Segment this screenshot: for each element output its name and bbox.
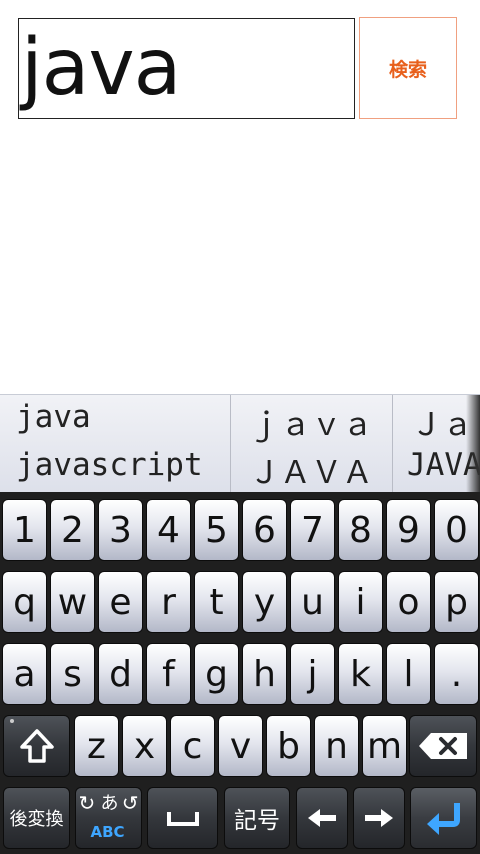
key-t[interactable]: t (194, 571, 239, 633)
symbol-key[interactable]: 記号 (224, 787, 290, 849)
candidate-column: java javascript (0, 395, 231, 493)
key-g[interactable]: g (194, 643, 239, 705)
key-n[interactable]: n (314, 715, 359, 777)
candidate-word[interactable]: java (16, 399, 91, 435)
mode-arrow-right-icon: ↺ (121, 791, 139, 815)
software-keyboard: 1 2 3 4 5 6 7 8 9 0 q w e r t y u i o p a s d f g h j k l. z x c v b n m 後変換… (0, 492, 480, 854)
enter-arrow-icon (426, 803, 460, 835)
candidate-word[interactable]: Ｊａ (411, 399, 473, 444)
key-4[interactable]: 4 (146, 499, 191, 561)
key-e[interactable]: e (98, 571, 143, 633)
key-2[interactable]: 2 (50, 499, 95, 561)
key-h[interactable]: h (242, 643, 287, 705)
key-f[interactable]: f (146, 643, 191, 705)
search-input-text: java (21, 23, 181, 113)
key-8[interactable]: 8 (338, 499, 383, 561)
enter-key[interactable] (410, 787, 477, 849)
key-y[interactable]: y (242, 571, 287, 633)
key-j[interactable]: j (290, 643, 335, 705)
key-v[interactable]: v (218, 715, 263, 777)
key-q[interactable]: q (2, 571, 47, 633)
symbol-key-label: 記号 (234, 808, 280, 834)
candidate-word[interactable]: ｊａｖａ (249, 399, 373, 444)
key-5[interactable]: 5 (194, 499, 239, 561)
key-d[interactable]: d (98, 643, 143, 705)
candidate-word[interactable]: javascript (16, 447, 203, 483)
key-c[interactable]: c (170, 715, 215, 777)
shift-key[interactable] (3, 715, 70, 777)
key-x[interactable]: x (122, 715, 167, 777)
key-o[interactable]: o (386, 571, 431, 633)
search-button[interactable]: 検索 (359, 17, 457, 119)
key-u[interactable]: u (290, 571, 335, 633)
arrow-left-icon (308, 809, 336, 827)
space-icon (166, 812, 199, 826)
mode-arrow-left-icon: ↻ (78, 791, 96, 815)
shift-indicator (10, 719, 14, 723)
candidate-scroll-edge (466, 395, 480, 493)
mode-label-abc: ABC (90, 823, 125, 841)
key-w[interactable]: w (50, 571, 95, 633)
key-s[interactable]: s (50, 643, 95, 705)
backspace-key[interactable] (409, 715, 477, 777)
key-k[interactable]: k (338, 643, 383, 705)
key-0[interactable]: 0 (434, 499, 479, 561)
key-9[interactable]: 9 (386, 499, 431, 561)
mode-label-hiragana: あ (100, 793, 119, 814)
candidate-bar: java javascript ｊａｖａ ＪＡＶＡ Ｊａ JAVA (0, 394, 480, 493)
search-input[interactable]: java (18, 18, 355, 119)
key-b[interactable]: b (266, 715, 311, 777)
cursor-right-key[interactable] (353, 787, 405, 849)
input-mode-icon: ↻ あ ↺ ABC (79, 789, 139, 847)
cursor-left-key[interactable] (296, 787, 348, 849)
candidate-column: ｊａｖａ ＪＡＶＡ (231, 395, 393, 493)
key-3[interactable]: 3 (98, 499, 143, 561)
input-mode-key[interactable]: ↻ あ ↺ ABC (75, 787, 142, 849)
key-i[interactable]: i (338, 571, 383, 633)
key-r[interactable]: r (146, 571, 191, 633)
key-z[interactable]: z (74, 715, 119, 777)
backspace-icon (419, 733, 467, 759)
convert-key-label: 後変換 (9, 809, 64, 830)
convert-key[interactable]: 後変換 (3, 787, 70, 849)
key-m[interactable]: m (362, 715, 407, 777)
space-key[interactable] (147, 787, 218, 849)
shift-arrow-icon (19, 729, 54, 763)
key-7[interactable]: 7 (290, 499, 335, 561)
key-6[interactable]: 6 (242, 499, 287, 561)
key-1[interactable]: 1 (2, 499, 47, 561)
arrow-right-icon (365, 809, 393, 827)
key-l[interactable]: l (386, 643, 431, 705)
candidate-word[interactable]: ＪＡＶＡ (249, 447, 373, 492)
key-p[interactable]: p (434, 571, 479, 633)
key-a[interactable]: a (2, 643, 47, 705)
key-period[interactable]: . (434, 643, 479, 705)
